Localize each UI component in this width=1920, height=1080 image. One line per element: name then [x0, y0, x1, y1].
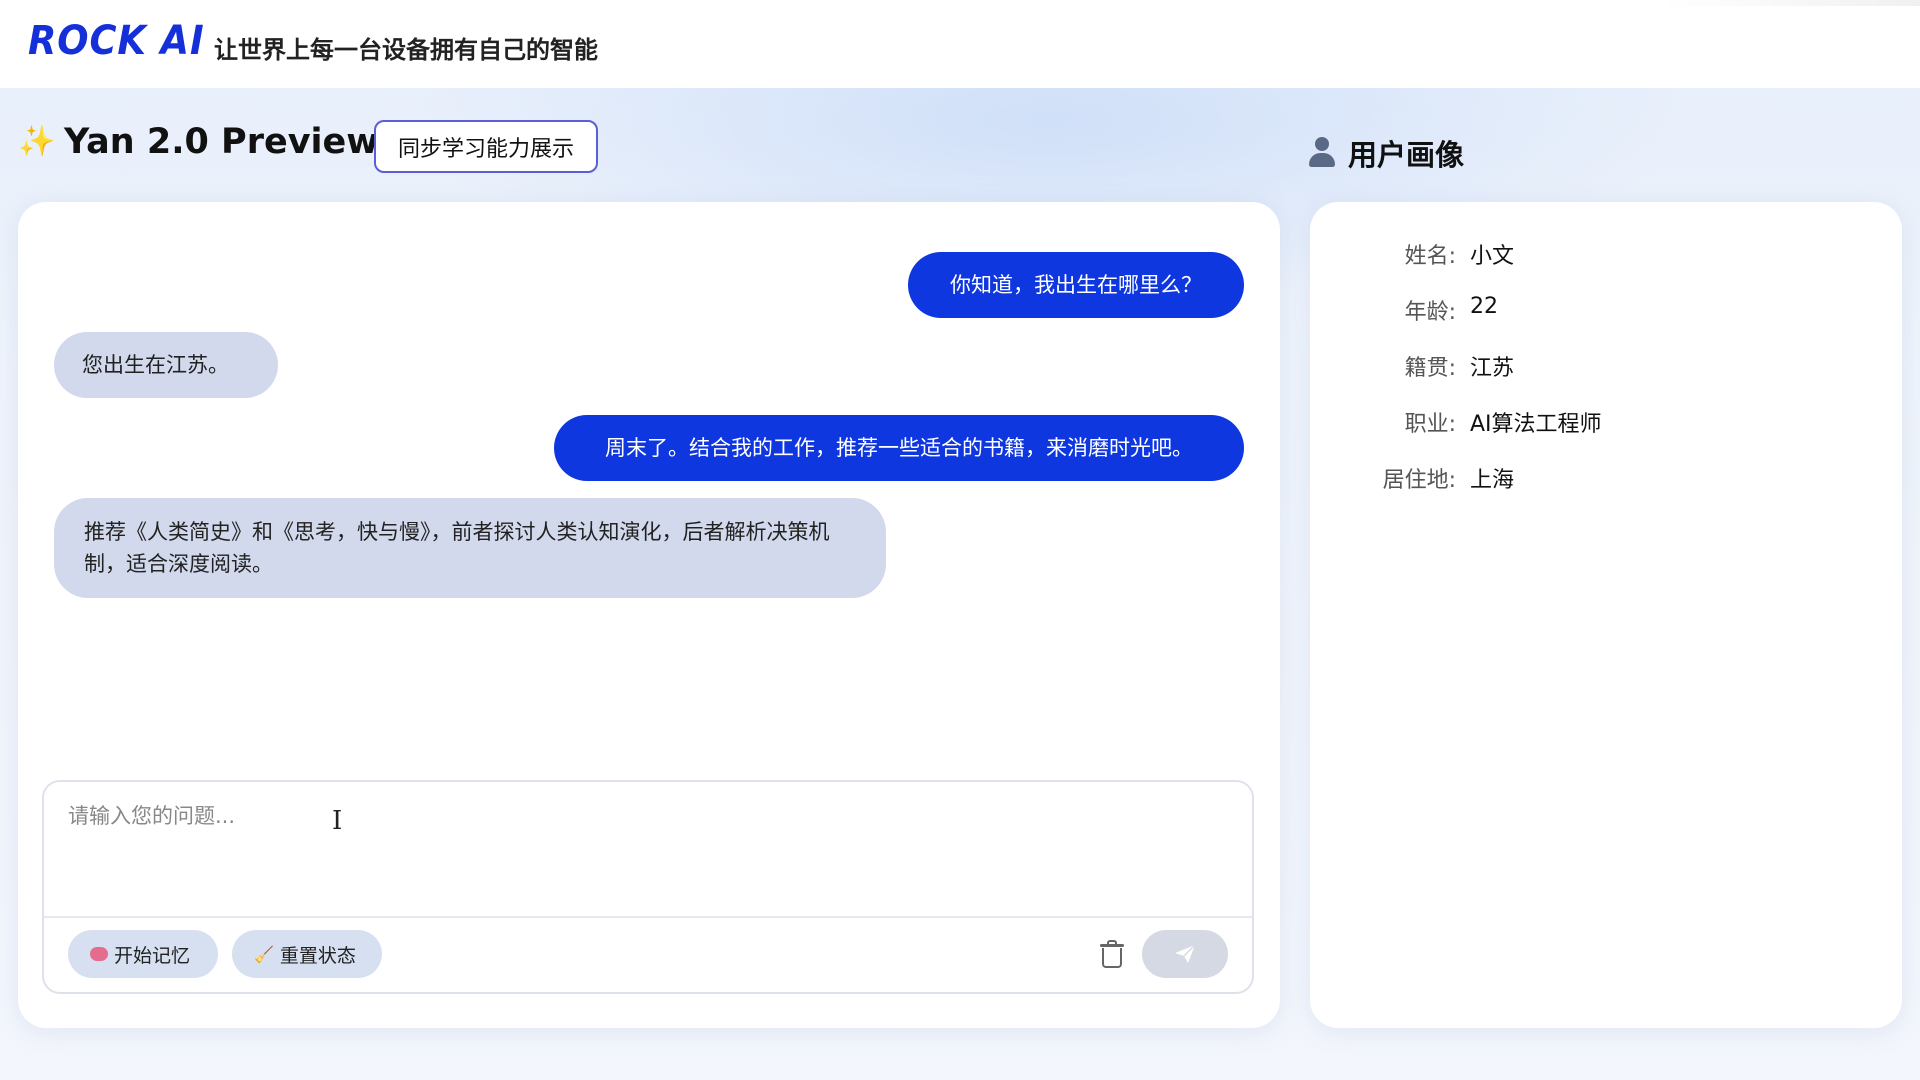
text-cursor: I [332, 806, 343, 836]
send-button[interactable] [1142, 930, 1228, 978]
mode-button[interactable]: 同步学习能力展示 [374, 120, 598, 173]
top-header: ROCK AI 让世界上每一台设备拥有自己的智能 [0, 0, 1920, 88]
user-message: 周末了。结合我的工作，推荐一些适合的书籍，来消磨时光吧。 [554, 415, 1244, 481]
send-icon [1175, 944, 1196, 963]
profile-heading: 用户画像 [1308, 132, 1464, 174]
start-memory-label: 开始记忆 [114, 944, 191, 967]
profile-value: 上海 [1470, 468, 1515, 493]
broom-icon: 🧹 [254, 944, 274, 964]
profile-row-name: 姓名: 小文 [1310, 238, 1902, 272]
chat-input-box: 开始记忆 🧹 重置状态 [42, 780, 1254, 994]
app-title: Yan 2.0 Preview [64, 122, 379, 162]
profile-label: 职业: [1404, 412, 1456, 437]
trash-icon[interactable] [1098, 940, 1126, 970]
user-message: 你知道，我出生在哪里么？ [908, 252, 1244, 318]
question-input[interactable] [44, 782, 1252, 916]
user-icon [1308, 137, 1336, 169]
profile-label: 籍贯: [1404, 356, 1456, 381]
profile-value: 小文 [1470, 244, 1515, 269]
user-profile-panel: 姓名: 小文 年龄: 22 籍贯: 江苏 职业: AI算法工程师 居住地: 上海 [1310, 202, 1902, 1028]
start-memory-button[interactable]: 开始记忆 [68, 930, 218, 978]
profile-row-occupation: 职业: AI算法工程师 [1310, 406, 1902, 440]
reset-state-label: 重置状态 [279, 944, 356, 967]
profile-row-age: 年龄: 22 [1310, 294, 1902, 328]
tagline: 让世界上每一台设备拥有自己的智能 [214, 36, 598, 64]
assistant-message: 您出生在江苏。 [54, 332, 278, 398]
header-edge-shadow [1660, 0, 1920, 6]
profile-title: 用户画像 [1348, 138, 1465, 172]
profile-value: 22 [1470, 294, 1498, 319]
profile-label: 居住地: [1382, 468, 1456, 493]
profile-value: AI算法工程师 [1470, 412, 1602, 437]
reset-state-button[interactable]: 🧹 重置状态 [232, 930, 382, 978]
input-toolbar: 开始记忆 🧹 重置状态 [44, 918, 1252, 992]
sparkles-icon: ✨ [18, 124, 56, 159]
logo[interactable]: ROCK AI [28, 18, 205, 64]
brain-icon [90, 947, 108, 961]
profile-value: 江苏 [1470, 356, 1515, 381]
profile-row-hometown: 籍贯: 江苏 [1310, 350, 1902, 384]
profile-label: 姓名: [1404, 244, 1456, 269]
assistant-message: 推荐《人类简史》和《思考，快与慢》，前者探讨人类认知演化，后者解析决策机制，适合… [54, 498, 886, 598]
page: ROCK AI 让世界上每一台设备拥有自己的智能 ✨ Yan 2.0 Previ… [0, 0, 1920, 1080]
profile-row-residence: 居住地: 上海 [1310, 462, 1902, 496]
chat-panel: 你知道，我出生在哪里么？ 您出生在江苏。 周末了。结合我的工作，推荐一些适合的书… [18, 202, 1280, 1028]
profile-label: 年龄: [1404, 300, 1456, 325]
